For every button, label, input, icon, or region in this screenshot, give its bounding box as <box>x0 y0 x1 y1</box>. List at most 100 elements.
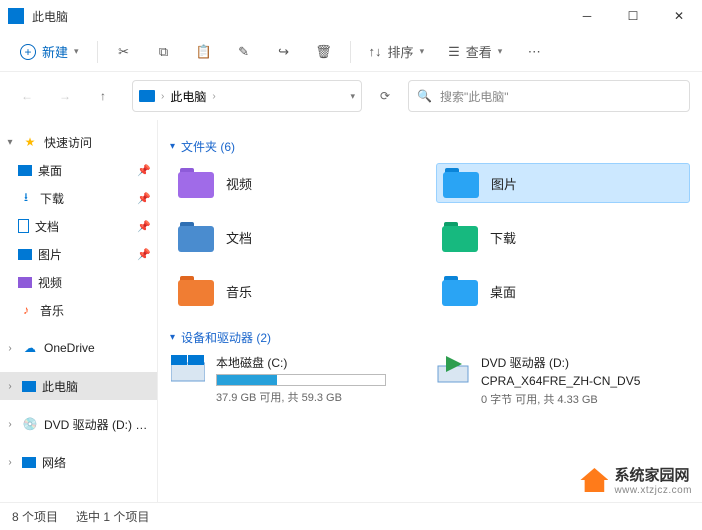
breadcrumb[interactable]: › 此电脑 › ▾ <box>132 80 362 112</box>
folder-item[interactable]: 桌面 <box>436 271 690 311</box>
chevron-right-icon[interactable]: › <box>4 381 16 392</box>
up-button[interactable]: ↑ <box>88 81 118 111</box>
sidebar-item-pictures[interactable]: 图片 📌 <box>0 240 157 268</box>
address-bar-row: ← → ↑ › 此电脑 › ▾ ⟳ 🔍 搜索"此电脑" <box>0 72 702 120</box>
sidebar-label: 快速访问 <box>44 134 151 151</box>
folder-item[interactable]: 图片 <box>436 163 690 203</box>
folder-icon <box>178 168 214 198</box>
close-button[interactable]: ✕ <box>656 0 702 32</box>
sort-button[interactable]: ↑↓ 排序 ▾ <box>359 37 435 67</box>
folder-label: 下载 <box>490 228 516 247</box>
sidebar-item-downloads[interactable]: ⭳ 下载 📌 <box>0 184 157 212</box>
window-title: 此电脑 <box>32 8 68 25</box>
new-button-label: 新建 <box>42 42 68 61</box>
sidebar-label: OneDrive <box>44 341 151 355</box>
status-selected-count: 选中 1 个项目 <box>76 508 149 525</box>
chevron-right-icon[interactable]: › <box>4 419 16 430</box>
sidebar-item-this-pc[interactable]: › 此电脑 <box>0 372 157 400</box>
copy-icon: ⧉ <box>159 44 168 60</box>
sidebar-label: 视频 <box>38 274 151 291</box>
folder-label: 文档 <box>226 228 252 247</box>
pin-icon: 📌 <box>137 248 151 261</box>
folder-label: 桌面 <box>490 282 516 301</box>
view-button[interactable]: ☰ 查看 ▾ <box>438 37 512 67</box>
sidebar-item-desktop[interactable]: 桌面 📌 <box>0 156 157 184</box>
delete-button[interactable]: 🗑 <box>306 37 342 67</box>
chevron-right-icon[interactable]: › <box>4 457 16 468</box>
chevron-down-icon: ▾ <box>498 46 503 57</box>
drive-icon <box>170 354 206 384</box>
pin-icon: 📌 <box>137 192 151 205</box>
minimize-button[interactable]: ─ <box>564 0 610 32</box>
sidebar-item-music[interactable]: ♪ 音乐 <box>0 296 157 324</box>
sidebar-label: 此电脑 <box>42 378 151 395</box>
share-button[interactable]: ↪ <box>266 37 302 67</box>
app-icon <box>8 8 24 24</box>
folder-label: 图片 <box>491 174 517 193</box>
drives-grid: 本地磁盘 (C:) 37.9 GB 可用, 共 59.3 GB DVD 驱动器 … <box>170 354 690 407</box>
drive-item-c[interactable]: 本地磁盘 (C:) 37.9 GB 可用, 共 59.3 GB <box>170 354 425 407</box>
sidebar-item-quick-access[interactable]: ▾ ★ 快速访问 <box>0 128 157 156</box>
more-icon: ⋯ <box>528 44 541 60</box>
folder-item[interactable]: 文档 <box>172 217 426 257</box>
chevron-right-icon: › <box>161 91 164 102</box>
back-button[interactable]: ← <box>12 81 42 111</box>
sidebar-label: 下载 <box>40 190 131 207</box>
folder-icon <box>442 222 478 252</box>
forward-button[interactable]: → <box>50 81 80 111</box>
window-controls: ─ ☐ ✕ <box>564 0 702 32</box>
disc-icon: 💿 <box>22 416 38 432</box>
chevron-down-icon: ▾ <box>170 141 175 152</box>
sidebar: ▾ ★ 快速访问 桌面 📌 ⭳ 下载 📌 文档 📌 图片 📌 视频 <box>0 120 158 502</box>
chevron-down-icon[interactable]: ▾ <box>4 137 16 148</box>
more-button[interactable]: ⋯ <box>516 37 552 67</box>
cut-button[interactable]: ✂ <box>106 37 142 67</box>
folders-grid: 视频 图片 文档 下载 音乐 桌面 <box>172 163 690 311</box>
download-icon: ⭳ <box>18 190 34 206</box>
pin-icon: 📌 <box>137 220 151 233</box>
dvd-drive-icon <box>435 354 471 384</box>
folder-item[interactable]: 视频 <box>172 163 426 203</box>
status-item-count: 8 个项目 <box>12 508 58 525</box>
sidebar-item-dvd[interactable]: › 💿 DVD 驱动器 (D:) CPRA_X64FRE_ZH-CN_DV5 <box>0 410 157 438</box>
drive-info: 37.9 GB 可用, 共 59.3 GB <box>216 389 386 405</box>
folders-section-header[interactable]: ▾ 文件夹 (6) <box>170 138 690 155</box>
folder-item[interactable]: 音乐 <box>172 271 426 311</box>
copy-button[interactable]: ⧉ <box>146 37 182 67</box>
network-icon <box>22 457 36 468</box>
new-button[interactable]: + 新建 ▾ <box>10 37 89 67</box>
rename-button[interactable]: ✎ <box>226 37 262 67</box>
drive-info: 0 字节 可用, 共 4.33 GB <box>481 391 640 407</box>
chevron-down-icon: ▾ <box>74 46 79 57</box>
desktop-icon <box>18 165 32 176</box>
pin-icon: 📌 <box>137 164 151 177</box>
refresh-button[interactable]: ⟳ <box>370 81 400 111</box>
chevron-down-icon[interactable]: ▾ <box>350 91 355 102</box>
breadcrumb-location[interactable]: 此电脑 <box>170 88 206 105</box>
sort-button-label: 排序 <box>388 42 414 61</box>
sidebar-item-documents[interactable]: 文档 📌 <box>0 212 157 240</box>
picture-icon <box>18 249 32 260</box>
folder-icon <box>442 276 478 306</box>
pc-icon <box>139 90 155 102</box>
sidebar-item-onedrive[interactable]: › ☁ OneDrive <box>0 334 157 362</box>
scissors-icon: ✂ <box>118 44 129 60</box>
view-icon: ☰ <box>448 44 460 60</box>
drives-section-header[interactable]: ▾ 设备和驱动器 (2) <box>170 329 690 346</box>
chevron-right-icon[interactable]: › <box>4 343 16 354</box>
plus-icon: + <box>20 44 36 60</box>
title-bar: 此电脑 ─ ☐ ✕ <box>0 0 702 32</box>
drive-item-d[interactable]: DVD 驱动器 (D:) CPRA_X64FRE_ZH-CN_DV5 0 字节 … <box>435 354 690 407</box>
sidebar-item-network[interactable]: › 网络 <box>0 448 157 476</box>
folder-icon <box>178 222 214 252</box>
share-icon: ↪ <box>278 44 289 60</box>
chevron-right-icon: › <box>212 91 215 102</box>
pc-icon <box>22 381 36 392</box>
search-box[interactable]: 🔍 搜索"此电脑" <box>408 80 690 112</box>
chevron-down-icon: ▾ <box>420 46 425 57</box>
section-title: 文件夹 (6) <box>181 138 235 155</box>
folder-item[interactable]: 下载 <box>436 217 690 257</box>
sidebar-item-videos[interactable]: 视频 <box>0 268 157 296</box>
paste-button[interactable]: 📋 <box>186 37 222 67</box>
maximize-button[interactable]: ☐ <box>610 0 656 32</box>
